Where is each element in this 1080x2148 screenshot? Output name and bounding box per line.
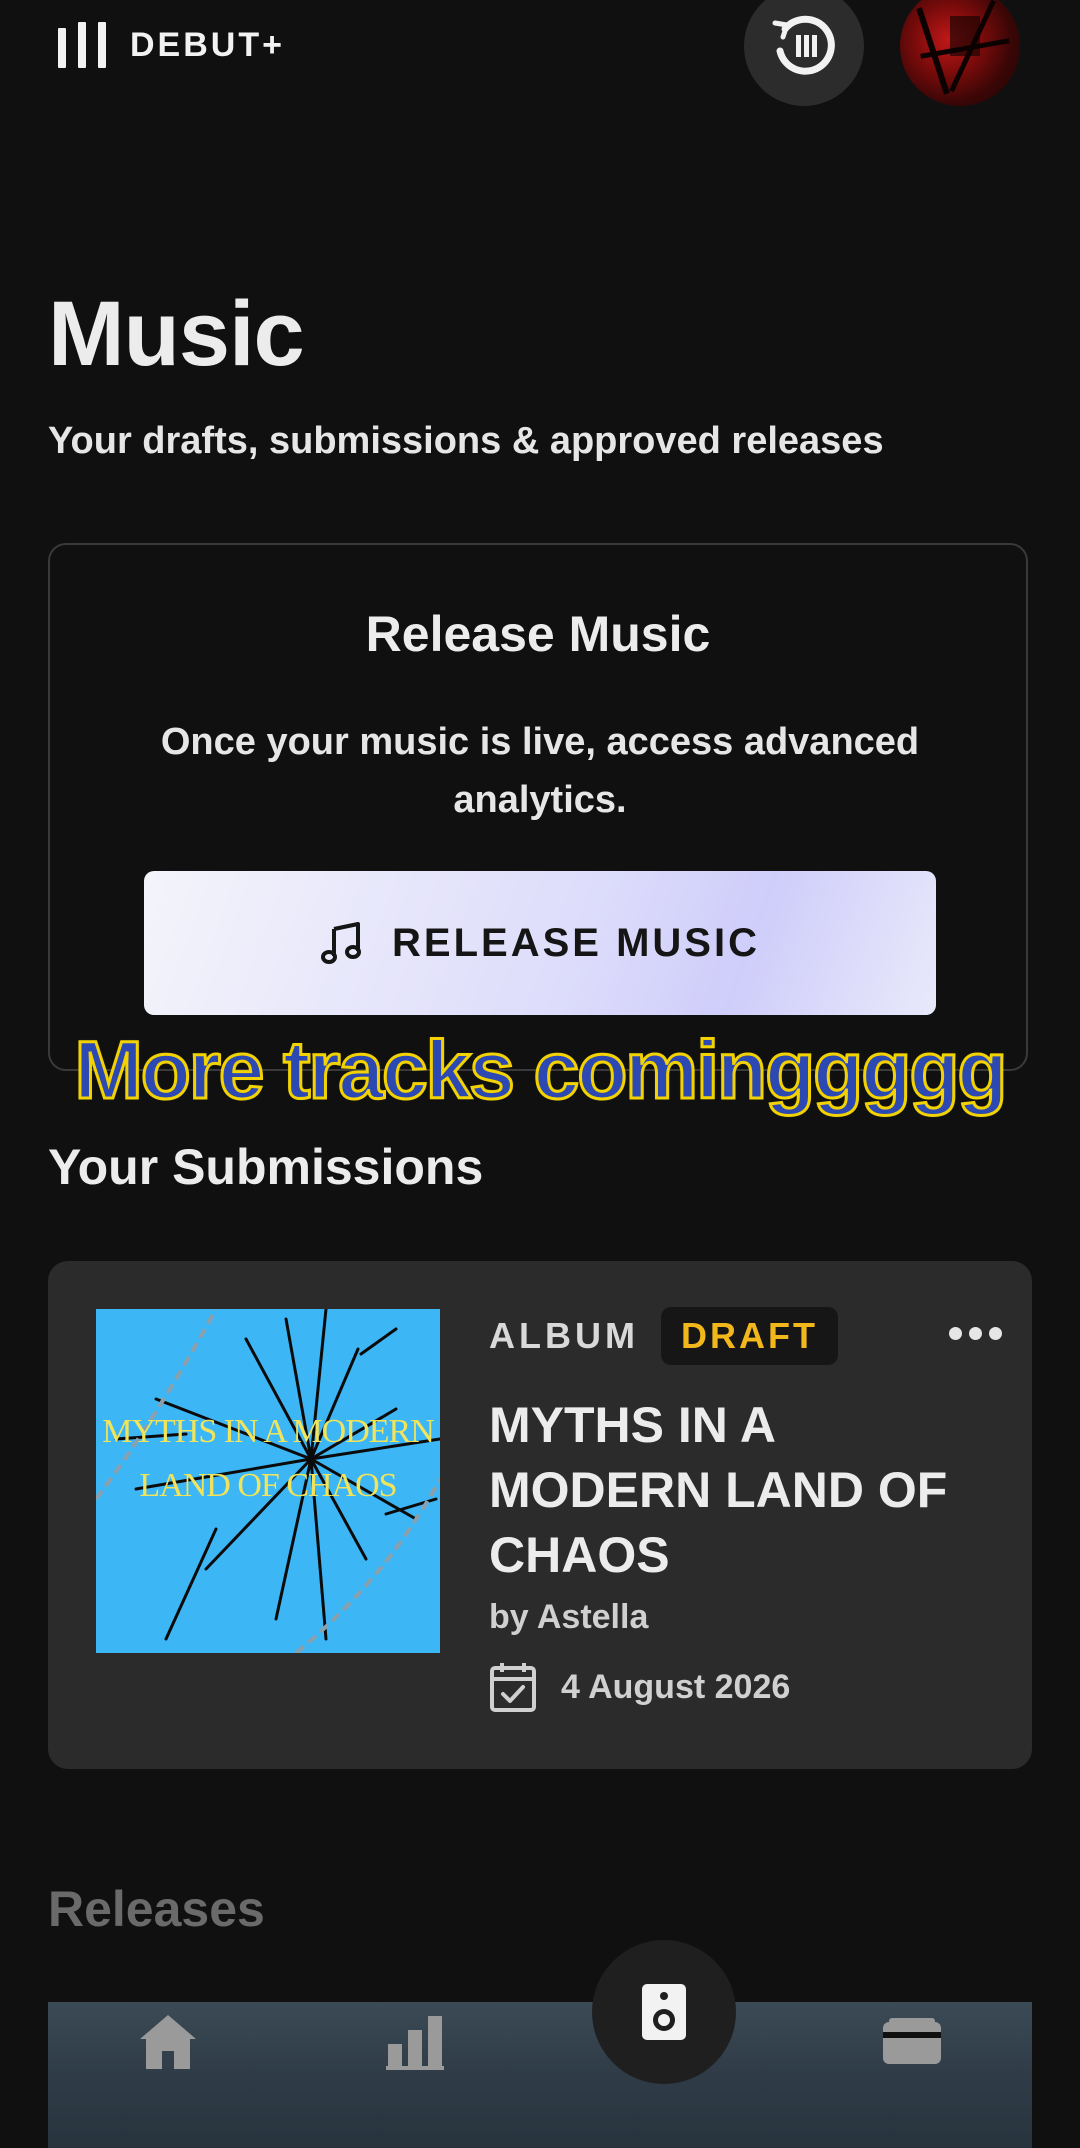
bottom-nav — [0, 1940, 1080, 2148]
nav-wallet[interactable] — [852, 1982, 972, 2102]
more-options-icon[interactable] — [949, 1327, 1002, 1340]
release-card-title: Release Music — [365, 606, 711, 662]
submission-date: 4 August 2026 — [561, 1667, 791, 1706]
submission-type: ALBUM — [489, 1315, 639, 1356]
music-note-icon — [321, 922, 362, 964]
submission-meta: ALBUM DRAFT — [489, 1307, 838, 1365]
album-cover: MYTHS IN A MODERN LAND OF CHAOS — [96, 1309, 440, 1653]
release-card-description: Once your music is live, access advanced… — [160, 721, 920, 821]
submission-title: MYTHS IN A MODERN LAND OF CHAOS — [489, 1397, 948, 1583]
submission-date-row: 4 August 2026 — [489, 1661, 790, 1713]
release-music-button-label: RELEASE MUSIC — [392, 920, 760, 965]
history-icon — [772, 15, 835, 75]
release-music-card: Release Music Once your music is live, a… — [48, 543, 1028, 1071]
speaker-icon — [642, 1984, 686, 2040]
overlay-caption: More tracks cominggggg — [73, 1024, 1009, 1118]
page-subtitle: Your drafts, submissions & approved rele… — [48, 420, 884, 462]
history-button[interactable] — [744, 0, 864, 106]
wallet-icon — [883, 2018, 941, 2064]
brand[interactable]: DEBUT+ — [58, 22, 285, 68]
release-music-button[interactable]: RELEASE MUSIC — [144, 871, 936, 1015]
submission-card[interactable]: MYTHS IN A MODERN LAND OF CHAOS ALBUM DR… — [48, 1261, 1032, 1769]
releases-section-title: Releases — [48, 1881, 265, 1937]
nav-stats[interactable] — [356, 1982, 476, 2102]
brand-name: DEBUT+ — [130, 25, 285, 64]
nav-home[interactable] — [108, 1982, 228, 2102]
home-icon — [140, 2015, 196, 2069]
music-page: DEBUT+ Music Your drafts, submissions & … — [0, 0, 1080, 2148]
nav-music[interactable] — [592, 1940, 736, 2084]
stats-icon — [386, 2016, 444, 2070]
album-cover-text: MYTHS IN A MODERN LAND OF CHAOS — [102, 1413, 435, 1504]
calendar-check-icon — [490, 1663, 536, 1712]
bars-logo-icon — [58, 22, 106, 68]
top-bar: DEBUT+ — [0, 0, 1080, 110]
status-badge: DRAFT — [660, 1307, 838, 1365]
submissions-section-title: Your Submissions — [48, 1139, 484, 1195]
submission-artist: by Astella — [489, 1598, 649, 1636]
avatar[interactable] — [900, 0, 1020, 106]
page-title: Music — [48, 283, 305, 385]
